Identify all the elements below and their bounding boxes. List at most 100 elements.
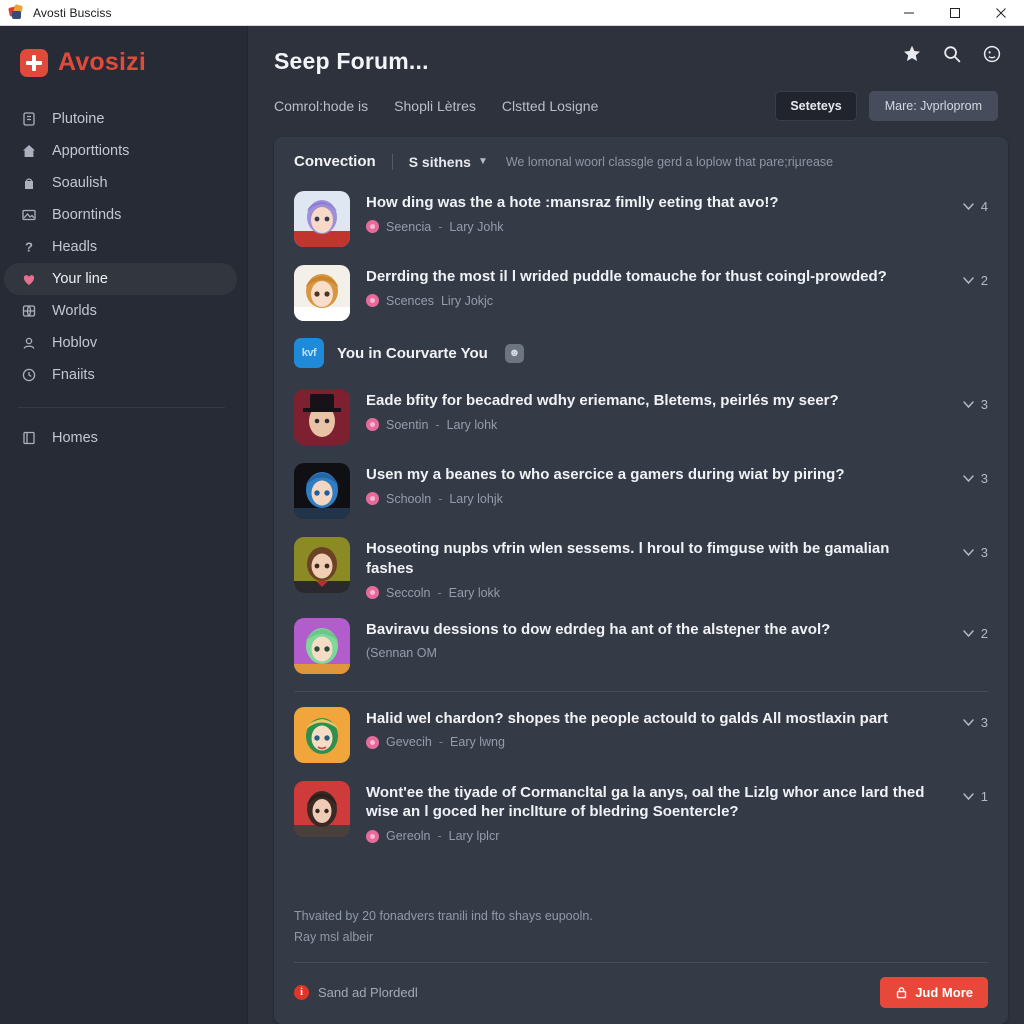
sidebar-item-boorntinds[interactable]: Boorntinds [4, 199, 237, 231]
table-row[interactable]: Derrding the most il l wrided puddle tom… [294, 256, 988, 330]
tab-shopli-letres[interactable]: Shopli Lètres [394, 98, 476, 114]
avatar [294, 617, 350, 674]
thread-author: Scences [386, 293, 434, 308]
window-title: Avosti Busciss [33, 5, 112, 20]
meta-separator: - [435, 417, 440, 432]
author-badge-icon [366, 735, 379, 749]
reply-count: 3 [944, 707, 988, 730]
star-icon[interactable] [902, 44, 922, 64]
table-row[interactable]: Wont'ee the tiyade of Cormancltal ga la … [294, 772, 988, 853]
table-row[interactable]: Eade bfity for becadred wdhy eriemanc, B… [294, 380, 988, 454]
meta-separator: - [438, 735, 444, 750]
reply-count-value: 3 [980, 714, 988, 730]
author-badge-icon [366, 220, 379, 234]
meta-separator: - [438, 219, 443, 234]
thread-author: Schooln [386, 491, 432, 506]
promo-text: You in Courvarte You [337, 344, 488, 362]
thread-meta-text: Liry Jokjc [440, 293, 494, 308]
thread-author: Gevecih [386, 735, 432, 750]
thread-body: Halid wel chardon? shopes the people act… [366, 707, 928, 749]
minimize-icon[interactable] [886, 0, 932, 26]
meta-separator: - [437, 585, 442, 600]
thread-body: Derrding the most il l wrided puddle tom… [366, 265, 928, 308]
thread-meta: (Sennan OM [366, 646, 928, 660]
table-row[interactable]: Usen my a beanes to who asercice a gamer… [294, 454, 988, 528]
jud-more-button[interactable]: Jud More [880, 977, 988, 1008]
sort-selector[interactable]: S sithens ▼ [409, 154, 488, 170]
bag-icon [20, 174, 38, 192]
svg-text:?: ? [25, 240, 33, 255]
lock-icon [895, 986, 908, 999]
header-row-tabs: Comrol:hode is Shopli Lètres Clstted Los… [274, 91, 998, 121]
thread-meta-text: Lary Johk [449, 219, 504, 234]
sidebar-footer-nav: Homes [0, 422, 247, 454]
main-content: Seep Forum... Comrol:hode is Shopli Lètr… [248, 26, 1024, 1024]
footer-note-line2: Ray msl albeir [294, 929, 374, 944]
sidebar-item-fnaiits[interactable]: Fnaiits [4, 359, 237, 391]
avatar [294, 191, 350, 247]
reply-count: 1 [944, 781, 988, 804]
footer-note: Thvaited by 20 fonadvers tranili ind fto… [274, 892, 1008, 949]
thread-author: Soentin [386, 417, 429, 432]
sidebar-item-label: Boorntinds [52, 207, 122, 223]
thread-body: Wont'ee the tiyade of Cormancltal ga la … [366, 781, 928, 844]
sidebar-item-label: Fnaiits [52, 367, 95, 383]
list-divider [294, 690, 988, 692]
brand[interactable]: Avosizi [0, 40, 247, 85]
thread-body: Usen my a beanes to who asercice a gamer… [366, 463, 928, 506]
thread-title: Halid wel chardon? shopes the people act… [366, 709, 889, 727]
page-header: Seep Forum... Comrol:hode is Shopli Lètr… [248, 26, 1024, 121]
thread-list-card: Convection S sithens ▼ We lomonal woorl … [274, 137, 1008, 1024]
window-titlebar: Avosti Busciss [0, 0, 1024, 26]
filter-title: Convection [294, 153, 376, 170]
tab-comrol-hode-is[interactable]: Comrol:hode is [274, 98, 368, 114]
thread-author: Seccoln [386, 585, 431, 600]
tab-clstted-losigne[interactable]: Clstted Losigne [502, 98, 599, 114]
sidebar-item-plutoine[interactable]: Plutoine [4, 103, 237, 135]
heart-icon [20, 270, 38, 288]
sidebar-item-headls[interactable]: ? Headls [4, 231, 237, 263]
sidebar-item-label: Apporttionts [52, 143, 130, 159]
thread-meta-text: Lary lohjk [449, 491, 503, 506]
maximize-icon[interactable] [932, 0, 978, 26]
thread-body: How ding was the a hote :mansraz fimlly … [366, 191, 928, 234]
thread-meta-text: Lary lplcr [448, 829, 500, 844]
table-row[interactable]: Baviravu dessions to dow edrdeg ha ant o… [294, 609, 988, 683]
clipboard-icon [20, 110, 38, 128]
thread-meta-text: Lary lohk [446, 417, 498, 432]
thread-title: Usen my a beanes to who asercice a gamer… [366, 466, 845, 483]
chevron-down-icon: ▼ [477, 156, 488, 167]
sidebar-item-your-line[interactable]: Your line [4, 263, 237, 295]
thread-meta-text: Eary lokk [448, 585, 501, 600]
table-row[interactable]: How ding was the a hote :mansraz fimlly … [294, 182, 988, 256]
table-row[interactable]: Hoseoting nupbs vfrin wlen sessems. l hr… [294, 528, 988, 609]
close-icon[interactable] [978, 0, 1024, 26]
thread-meta: Gevecih - Eary lwng [366, 735, 928, 749]
settings-button[interactable]: Seteteys [775, 91, 857, 121]
sidebar-item-hoblov[interactable]: Hoblov [4, 327, 237, 359]
avatar [294, 706, 350, 763]
emoji-chip-icon: ☻ [504, 343, 524, 363]
account-icon[interactable] [982, 44, 1002, 64]
search-icon[interactable] [942, 44, 962, 64]
brand-name: Avosizi [58, 48, 146, 76]
sidebar-item-homes[interactable]: Homes [4, 422, 237, 454]
author-badge-icon [366, 829, 379, 843]
meta-separator: - [437, 829, 442, 844]
app-logo-icon [8, 3, 25, 21]
author-badge-icon [366, 586, 379, 600]
sidebar-item-label: Soaulish [52, 175, 108, 191]
promo-row[interactable]: kvf You in Courvarte You ☻ [294, 330, 988, 380]
book-icon [20, 429, 38, 447]
reply-count-value: 4 [980, 199, 988, 214]
table-row[interactable]: Halid wel chardon? shopes the people act… [294, 698, 988, 772]
sidebar-item-soaulish[interactable]: Soaulish [4, 167, 237, 199]
sidebar-item-apporttionts[interactable]: Apporttionts [4, 135, 237, 167]
sidebar-item-worlds[interactable]: Worlds [4, 295, 237, 327]
tab-bar: Comrol:hode is Shopli Lètres Clstted Los… [274, 98, 598, 114]
sidebar-divider [18, 407, 225, 408]
sidebar: Avosizi Plutoine Apporttionts Soaulish B… [0, 26, 248, 1024]
thread-meta: Seccoln - Eary lokk [366, 586, 928, 600]
footer-status: i Sand ad Plordedl [294, 985, 418, 1000]
primary-header-button[interactable]: Mare: Jvprloprom [868, 91, 998, 121]
